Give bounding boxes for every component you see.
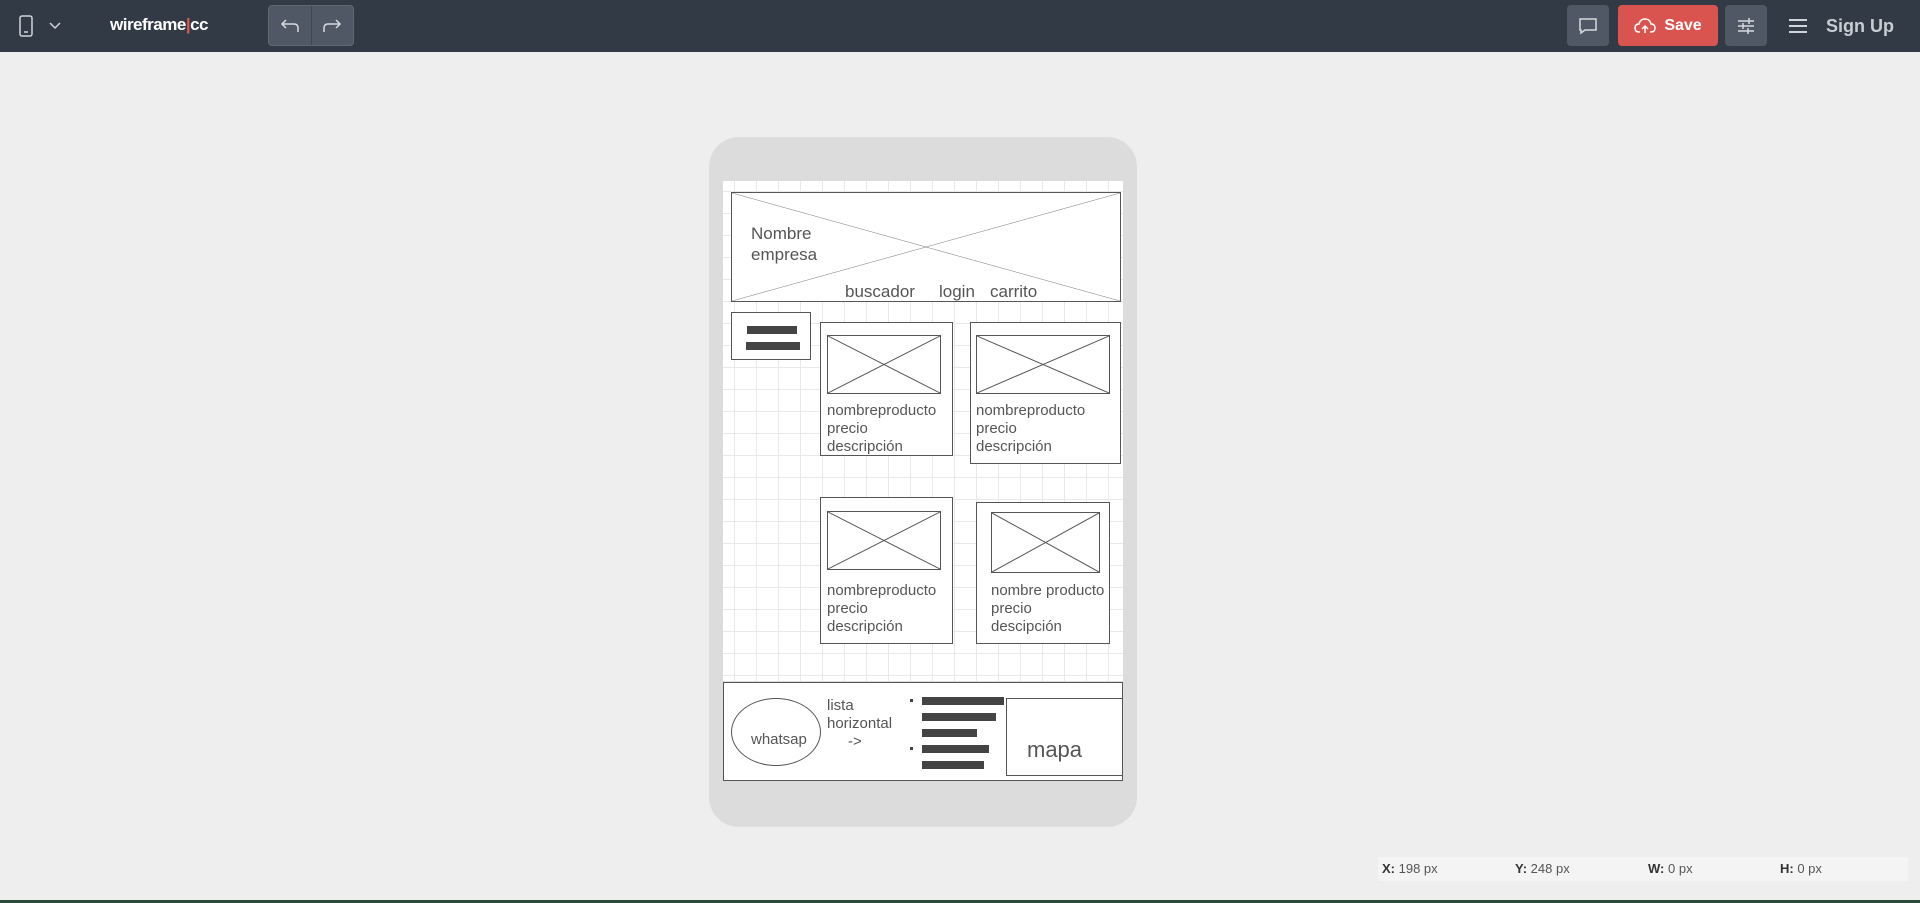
whatsapp-label[interactable]: whatsap [751,731,807,748]
comment-button[interactable] [1567,5,1609,46]
nav-carrito[interactable]: carrito [990,283,1037,301]
undo-redo-group [268,5,354,46]
list-line[interactable] [922,745,989,753]
company-name[interactable]: Nombre empresa [751,223,817,265]
undo-icon [280,18,299,32]
device-selector[interactable] [10,8,70,44]
undo-button[interactable] [269,6,312,45]
product-image-3[interactable] [827,511,941,570]
horizontal-list-note[interactable]: lista horizontal -> [827,697,892,751]
product-text-2[interactable]: nombreproducto precio descripción [976,402,1085,456]
chevron-down-icon [49,22,61,30]
redo-icon [323,18,342,32]
x-readout: X: 198 px [1382,861,1438,876]
save-label: Save [1664,16,1702,34]
product-image-4[interactable] [991,512,1100,573]
redo-button[interactable] [312,6,354,45]
settings-button[interactable] [1725,5,1767,46]
signup-link[interactable]: Sign Up [1826,16,1894,37]
hamburger-icon [1789,19,1807,33]
product-text-1[interactable]: nombreproducto precio descripción [827,402,936,456]
sliders-icon [1738,17,1754,34]
comment-icon [1579,17,1597,34]
h-readout: H: 0 px [1780,861,1822,876]
product-image-1[interactable] [827,335,941,394]
menu-button[interactable] [1782,10,1814,42]
y-readout: Y: 248 px [1515,861,1570,876]
list-line[interactable] [922,761,984,769]
w-readout: W: 0 px [1648,861,1693,876]
list-bullet [910,699,913,702]
list-bullet [910,747,913,750]
list-line[interactable] [922,697,1004,705]
product-text-3[interactable]: nombreproducto precio descripción [827,582,936,636]
list-line[interactable] [922,729,977,737]
list-line[interactable] [922,713,996,721]
nav-login[interactable]: login [939,283,975,301]
menu-widget[interactable] [731,312,811,360]
cloud-upload-icon [1634,17,1657,33]
product-text-4[interactable]: nombre producto precio descipción [991,582,1104,636]
phone-icon [19,15,33,37]
product-image-2[interactable] [976,335,1110,394]
app-logo[interactable]: wireframe|cc [110,15,209,35]
save-button[interactable]: Save [1618,5,1718,46]
nav-buscador[interactable]: buscador [845,283,915,301]
map-label[interactable]: mapa [1027,737,1082,763]
coordinates-status-bar: X: 198 px Y: 248 px W: 0 px H: 0 px [1378,857,1908,881]
top-toolbar: wireframe|cc Save Sign Up [0,0,1920,52]
